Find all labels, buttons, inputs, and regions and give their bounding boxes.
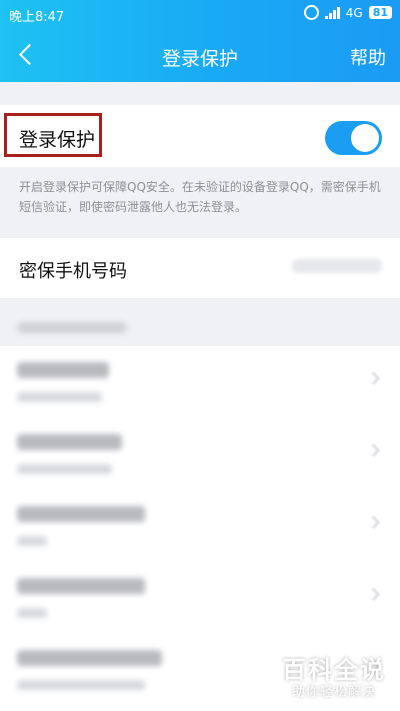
watermark-title: 百科全说 — [282, 656, 386, 684]
help-button[interactable]: 帮助 — [350, 44, 386, 70]
alarm-icon — [303, 5, 319, 20]
device-sub-blurred — [17, 392, 102, 402]
watermark-logo: 百科全说 助你轻松解决 — [274, 655, 394, 701]
watermark-subtitle: 助你轻松解决 — [291, 685, 376, 700]
network-type: 4G — [345, 5, 363, 20]
device-sub-blurred — [17, 536, 47, 546]
chevron-right-icon — [367, 372, 380, 385]
status-bar: 晚上8:47 4G 81 — [0, 0, 400, 28]
chevron-right-icon — [367, 444, 380, 457]
device-sub-blurred — [17, 464, 112, 474]
phone-row[interactable]: 密保手机号码 — [0, 238, 400, 298]
device-sub-blurred — [17, 608, 47, 618]
phone-label: 密保手机号码 — [19, 261, 127, 282]
device-name-blurred — [17, 506, 145, 522]
highlight-box — [4, 113, 102, 157]
navbar: 登录保护 帮助 — [0, 30, 400, 80]
device-item[interactable] — [0, 418, 400, 490]
login-protect-toggle[interactable] — [325, 121, 382, 155]
status-time: 晚上8:47 — [9, 10, 65, 25]
battery-icon: 81 — [368, 6, 392, 19]
header-bar: 晚上8:47 4G 81 登录保护 帮助 — [0, 0, 400, 82]
device-sub-blurred — [17, 680, 145, 690]
device-item[interactable] — [0, 562, 400, 634]
login-protect-description: 开启登录保护可保障QQ安全。在未验证的设备登录QQ，需密保手机短信验证，即使密码… — [19, 180, 381, 214]
device-name-blurred — [17, 434, 122, 450]
device-name-blurred — [17, 650, 162, 666]
device-name-blurred — [17, 362, 109, 378]
device-item[interactable] — [0, 490, 400, 562]
phone-value-blurred — [292, 259, 382, 273]
device-item[interactable] — [0, 346, 400, 418]
page-title: 登录保护 — [161, 48, 238, 70]
login-protect-row: 登录保护 — [0, 105, 400, 167]
toggle-knob — [351, 124, 379, 152]
device-section-header-blurred — [18, 322, 126, 333]
signal-icon — [324, 6, 340, 19]
chevron-right-icon — [367, 588, 380, 601]
status-right: 4G 81 — [303, 5, 392, 20]
chevron-right-icon — [367, 516, 380, 529]
device-name-blurred — [17, 578, 145, 594]
